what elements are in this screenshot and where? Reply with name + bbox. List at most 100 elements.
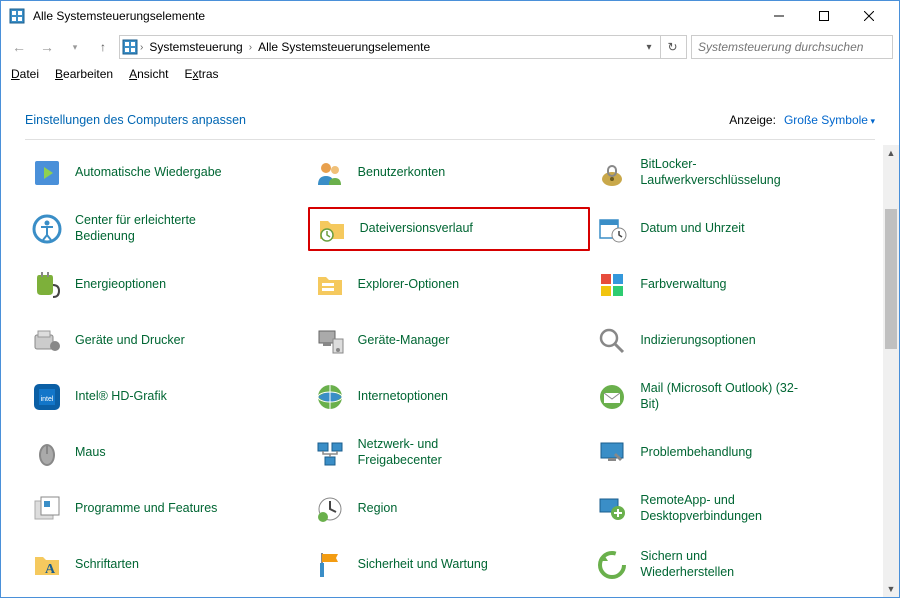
cp-item-internet[interactable]: Internetoptionen bbox=[308, 375, 591, 419]
items-region: Automatische WiedergabeBenutzerkonten Bit… bbox=[1, 145, 883, 597]
control-panel-icon bbox=[9, 8, 25, 24]
nav-recent-dropdown[interactable]: ▾ bbox=[63, 35, 87, 59]
svg-text:intel: intel bbox=[41, 396, 54, 403]
cp-item-label: Datum und Uhrzeit bbox=[640, 221, 744, 237]
page-title: Einstellungen des Computers anpassen bbox=[25, 113, 729, 127]
breadcrumb-alle[interactable]: Alle Systemsteuerungselemente bbox=[254, 38, 434, 56]
content-header: Einstellungen des Computers anpassen Anz… bbox=[1, 85, 899, 139]
autoplay-icon bbox=[31, 157, 63, 189]
cp-item-programs[interactable]: Programme und Features bbox=[25, 487, 308, 531]
region-icon bbox=[314, 493, 346, 525]
cp-item-explorer[interactable]: Explorer-Optionen bbox=[308, 263, 591, 307]
cp-item-label: Energieoptionen bbox=[75, 277, 166, 293]
cp-item-filehistory[interactable]: Dateiversionsverlauf bbox=[308, 207, 591, 251]
cp-item-label: Intel® HD-Grafik bbox=[75, 389, 167, 405]
cp-item-label: Center für erleichterte Bedienung bbox=[75, 213, 235, 244]
mouse-icon bbox=[31, 437, 63, 469]
intelgfx-icon: intel bbox=[31, 381, 63, 413]
cp-item-backup[interactable]: Sichern und Wiederherstellen bbox=[590, 543, 873, 587]
datetime-icon bbox=[596, 213, 628, 245]
colormgmt-icon bbox=[596, 269, 628, 301]
cp-item-label: Geräte-Manager bbox=[358, 333, 450, 349]
scroll-down-icon[interactable]: ▼ bbox=[883, 581, 899, 597]
cp-item-intelgfx[interactable]: intel Intel® HD-Grafik bbox=[25, 375, 308, 419]
cp-item-label: Region bbox=[358, 501, 398, 517]
cp-item-label: Problembehandlung bbox=[640, 445, 752, 461]
titlebar: Alle Systemsteuerungselemente bbox=[1, 1, 899, 31]
backup-icon bbox=[596, 549, 628, 581]
divider bbox=[25, 139, 875, 140]
window-title: Alle Systemsteuerungselemente bbox=[33, 9, 756, 23]
internet-icon bbox=[314, 381, 346, 413]
mail-icon bbox=[596, 381, 628, 413]
cp-item-label: Geräte und Drucker bbox=[75, 333, 185, 349]
scroll-up-icon[interactable]: ▲ bbox=[883, 145, 899, 161]
cp-item-datetime[interactable]: Datum und Uhrzeit bbox=[590, 207, 873, 251]
cp-item-troubleshoot[interactable]: Problembehandlung bbox=[590, 431, 873, 475]
menu-file[interactable]: Datei bbox=[11, 67, 39, 81]
cp-item-bitlocker[interactable]: BitLocker-Laufwerkverschlüsselung bbox=[590, 151, 873, 195]
nav-up-button[interactable]: ↑ bbox=[91, 35, 115, 59]
scrollbar[interactable]: ▲ ▼ bbox=[883, 145, 899, 597]
menu-edit[interactable]: Bearbeiten bbox=[55, 67, 113, 81]
remoteapp-icon bbox=[596, 493, 628, 525]
cp-item-security[interactable]: Sicherheit und Wartung bbox=[308, 543, 591, 587]
cp-item-label: Explorer-Optionen bbox=[358, 277, 459, 293]
network-icon bbox=[314, 437, 346, 469]
search-input[interactable] bbox=[691, 35, 893, 59]
cp-item-devices[interactable]: Geräte und Drucker bbox=[25, 319, 308, 363]
menu-bar: Datei Bearbeiten Ansicht Extras bbox=[1, 63, 899, 85]
refresh-button[interactable]: ↻ bbox=[660, 36, 684, 58]
address-bar[interactable]: › Systemsteuerung › Alle Systemsteuerung… bbox=[119, 35, 687, 59]
cp-item-indexing[interactable]: Indizierungsoptionen bbox=[590, 319, 873, 363]
address-dropdown[interactable]: ▾ bbox=[640, 42, 658, 53]
breadcrumb-sep: › bbox=[249, 42, 252, 53]
devmanager-icon bbox=[314, 325, 346, 357]
cp-item-label: Internetoptionen bbox=[358, 389, 448, 405]
cp-item-autoplay[interactable]: Automatische Wiedergabe bbox=[25, 151, 308, 195]
cp-item-fonts[interactable]: A Schriftarten bbox=[25, 543, 308, 587]
svg-text:A: A bbox=[45, 562, 56, 577]
cp-item-label: BitLocker-Laufwerkverschlüsselung bbox=[640, 157, 800, 188]
cp-item-label: Sicherheit und Wartung bbox=[358, 557, 488, 573]
cp-item-remoteapp[interactable]: RemoteApp- und Desktopverbindungen bbox=[590, 487, 873, 531]
filehistory-icon bbox=[316, 213, 348, 245]
scrollbar-thumb[interactable] bbox=[885, 209, 897, 349]
maximize-button[interactable] bbox=[801, 2, 846, 30]
security-icon bbox=[314, 549, 346, 581]
cp-item-network[interactable]: Netzwerk- und Freigabecenter bbox=[308, 431, 591, 475]
fonts-icon: A bbox=[31, 549, 63, 581]
menu-view[interactable]: Ansicht bbox=[129, 67, 168, 81]
navigation-bar: ← → ▾ ↑ › Systemsteuerung › Alle Systems… bbox=[1, 31, 899, 63]
cp-item-mouse[interactable]: Maus bbox=[25, 431, 308, 475]
view-label: Anzeige: bbox=[729, 113, 776, 127]
bitlocker-icon bbox=[596, 157, 628, 189]
close-button[interactable] bbox=[846, 2, 891, 30]
cp-item-mail[interactable]: Mail (Microsoft Outlook) (32-Bit) bbox=[590, 375, 873, 419]
cp-item-label: Sichern und Wiederherstellen bbox=[640, 549, 800, 580]
cp-item-devmanager[interactable]: Geräte-Manager bbox=[308, 319, 591, 363]
cp-item-label: Programme und Features bbox=[75, 501, 217, 517]
power-icon bbox=[31, 269, 63, 301]
menu-extras[interactable]: Extras bbox=[184, 67, 218, 81]
nav-forward-button[interactable]: → bbox=[35, 35, 59, 59]
indexing-icon bbox=[596, 325, 628, 357]
breadcrumb-systemsteuerung[interactable]: Systemsteuerung bbox=[145, 38, 246, 56]
view-selector[interactable]: Große Symbole bbox=[784, 113, 875, 127]
cp-item-label: Schriftarten bbox=[75, 557, 139, 573]
cp-item-power[interactable]: Energieoptionen bbox=[25, 263, 308, 307]
easeofaccess-icon bbox=[31, 213, 63, 245]
cp-item-label: Dateiversionsverlauf bbox=[360, 221, 473, 237]
nav-back-button[interactable]: ← bbox=[7, 35, 31, 59]
cp-item-easeofaccess[interactable]: Center für erleichterte Bedienung bbox=[25, 207, 308, 251]
cp-item-useraccounts[interactable]: Benutzerkonten bbox=[308, 151, 591, 195]
cp-item-label: Mail (Microsoft Outlook) (32-Bit) bbox=[640, 381, 800, 412]
cp-item-region[interactable]: Region bbox=[308, 487, 591, 531]
cp-item-label: RemoteApp- und Desktopverbindungen bbox=[640, 493, 800, 524]
cp-item-label: Maus bbox=[75, 445, 106, 461]
minimize-button[interactable] bbox=[756, 2, 801, 30]
cp-item-label: Indizierungsoptionen bbox=[640, 333, 755, 349]
useraccounts-icon bbox=[314, 157, 346, 189]
cp-item-label: Netzwerk- und Freigabecenter bbox=[358, 437, 518, 468]
cp-item-colormgmt[interactable]: Farbverwaltung bbox=[590, 263, 873, 307]
